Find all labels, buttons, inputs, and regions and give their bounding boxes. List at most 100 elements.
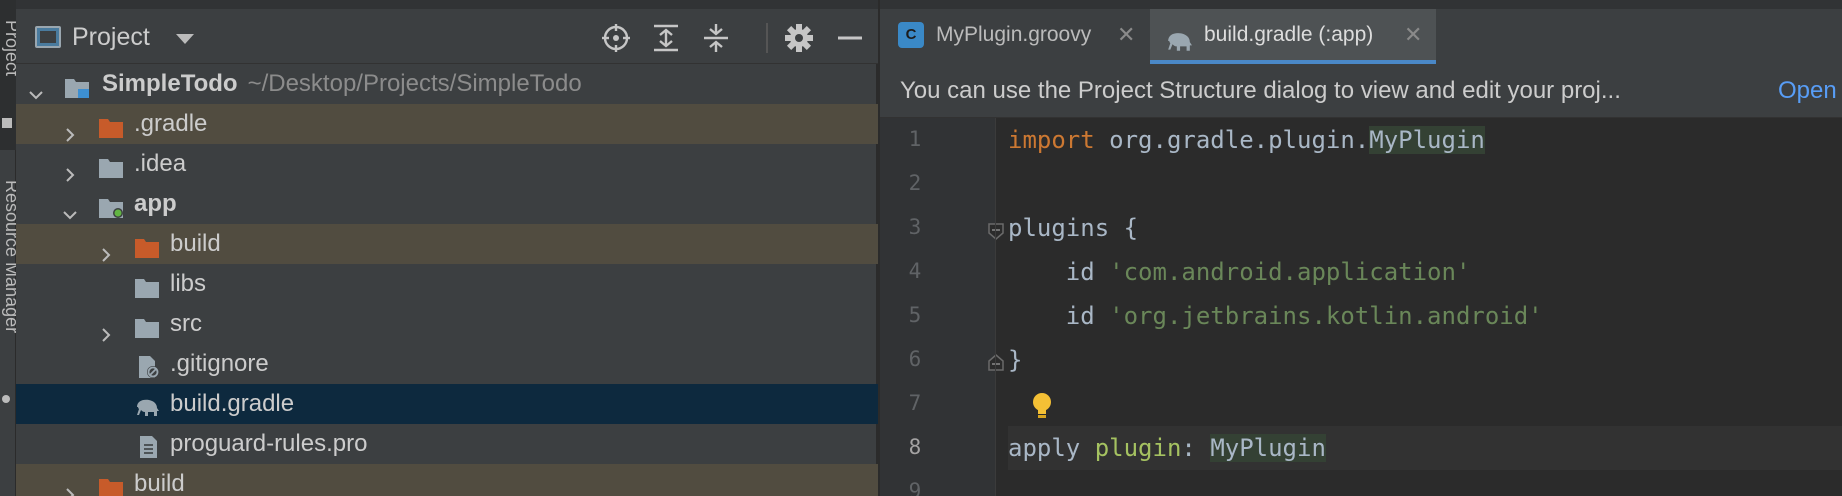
tree-label: build: [134, 470, 185, 496]
close-icon[interactable]: ✕: [1117, 9, 1135, 61]
groovy-class-icon: C: [898, 22, 924, 48]
project-view-icon: [35, 26, 61, 48]
tab-label: build.gradle (:app): [1204, 23, 1374, 46]
line-number: 3: [908, 215, 922, 239]
lightbulb-icon[interactable]: [1030, 391, 1054, 421]
expand-all-icon[interactable]: [650, 22, 682, 54]
close-icon[interactable]: ✕: [1404, 9, 1422, 61]
text-file-icon: [136, 432, 162, 458]
editor-area: C MyPlugin.groovy ✕ build.gradle (:app) …: [880, 0, 1842, 496]
line-number: 5: [908, 303, 922, 327]
folder-icon: [98, 152, 124, 178]
gitignore-file-icon: [136, 352, 162, 378]
line-number-gutter: 1 2 3 4 5 6 7 8 9: [880, 118, 1004, 496]
tab-myplugin-groovy[interactable]: C MyPlugin.groovy ✕: [880, 9, 1148, 64]
gradle-elephant-icon: [134, 392, 160, 416]
tree-row-gitignore[interactable]: .gitignore: [16, 344, 878, 384]
colon: :: [1181, 434, 1211, 462]
project-tool-button[interactable]: Project: [0, 0, 22, 150]
gradle-elephant-icon: [1164, 22, 1192, 51]
excluded-folder-icon: [134, 232, 160, 258]
tool-window-strip: Project Resource Manager: [0, 0, 22, 496]
plugins-block: plugins {: [1008, 214, 1139, 242]
fold-start-icon[interactable]: [987, 222, 1005, 240]
line-number: 7: [908, 391, 922, 415]
tab-label: MyPlugin.groovy: [936, 23, 1092, 46]
tree-label: build.gradle: [170, 390, 295, 417]
id-call: id: [1008, 258, 1110, 286]
code-line-8[interactable]: apply plugin: MyPlugin: [1008, 426, 1842, 470]
string-literal: 'org.jetbrains.kotlin.android': [1109, 302, 1543, 330]
line-number: 4: [908, 259, 922, 283]
project-tool-icon: [2, 118, 12, 128]
line-number: 6: [908, 347, 922, 371]
string-literal: 'com.android.application': [1109, 258, 1471, 286]
tab-build-gradle-app[interactable]: build.gradle (:app) ✕: [1150, 9, 1436, 64]
class-reference: MyPlugin: [1210, 434, 1326, 462]
tree-label: libs: [170, 270, 207, 297]
excluded-folder-icon: [98, 112, 124, 138]
collapse-all-icon[interactable]: [700, 22, 732, 54]
project-panel: Project SimpleTodo ~/Desktop/Projects/Sim…: [16, 0, 878, 496]
project-panel-header: Project: [16, 0, 878, 64]
code-line-3[interactable]: plugins {: [1008, 206, 1842, 250]
tree-label: .idea: [134, 150, 187, 177]
android-module-icon: [98, 192, 124, 218]
tree-row-gradle[interactable]: .gradle: [16, 104, 878, 144]
chevron-right-icon[interactable]: [62, 476, 78, 496]
chevron-right-icon[interactable]: [98, 316, 114, 342]
tree-label: .gitignore: [170, 350, 269, 377]
module-folder-icon: [64, 72, 90, 98]
package-text: org.gradle.plugin.: [1094, 126, 1370, 154]
tree-label: SimpleTodo ~/Desktop/Projects/SimpleTodo: [102, 70, 582, 97]
named-argument: plugin: [1094, 434, 1182, 462]
tree-row-libs[interactable]: libs: [16, 264, 878, 304]
excluded-folder-icon: [98, 472, 124, 496]
chevron-right-icon[interactable]: [62, 116, 78, 142]
chevron-down-icon[interactable]: [28, 76, 44, 100]
folder-icon: [134, 272, 160, 298]
chevron-right-icon[interactable]: [62, 156, 78, 182]
tree-label: .gradle: [134, 110, 208, 137]
code-line-4[interactable]: id 'com.android.application': [1008, 250, 1842, 294]
code-editor[interactable]: import org.gradle.plugin.MyPlugin plugin…: [1008, 118, 1842, 496]
chevron-down-icon[interactable]: [62, 196, 78, 220]
tree-row-app[interactable]: app: [16, 184, 878, 224]
code-line-2[interactable]: [1008, 162, 1842, 206]
hide-icon[interactable]: [834, 22, 866, 54]
gutter-divider: [995, 118, 996, 496]
class-reference: MyPlugin: [1369, 126, 1485, 154]
tree-row-idea[interactable]: .idea: [16, 144, 878, 184]
open-project-structure-link[interactable]: Open: [1778, 64, 1837, 118]
tree-label: build: [170, 230, 221, 257]
fold-end-icon[interactable]: [987, 354, 1005, 372]
closing-brace: }: [1008, 346, 1023, 374]
chevron-down-icon[interactable]: [176, 34, 194, 44]
toolbar-divider: [766, 23, 768, 53]
banner-message: You can use the Project Structure dialog…: [900, 77, 1621, 104]
line-number-current: 8: [908, 435, 922, 459]
tree-label: proguard-rules.pro: [170, 430, 368, 457]
line-number: 9: [908, 479, 922, 496]
gear-icon[interactable]: [783, 22, 815, 54]
tree-label: app: [134, 190, 177, 217]
editor-tab-bar: C MyPlugin.groovy ✕ build.gradle (:app) …: [880, 0, 1842, 64]
tree-row-proguard[interactable]: proguard-rules.pro: [16, 424, 878, 464]
chevron-right-icon[interactable]: [98, 236, 114, 262]
notification-banner: You can use the Project Structure dialog…: [880, 64, 1842, 118]
tree-row-root-build[interactable]: build: [16, 464, 878, 496]
tree-path: ~/Desktop/Projects/SimpleTodo: [247, 70, 582, 97]
code-line-5[interactable]: id 'org.jetbrains.kotlin.android': [1008, 294, 1842, 338]
project-view-title[interactable]: Project: [72, 23, 150, 52]
locate-icon[interactable]: [600, 22, 632, 54]
tree-row-app-build[interactable]: build: [16, 224, 878, 264]
tree-row-build-gradle[interactable]: build.gradle: [16, 384, 878, 424]
code-line-6[interactable]: }: [1008, 338, 1842, 382]
code-line-7[interactable]: [1008, 382, 1842, 426]
keyword: import: [1008, 126, 1095, 154]
tree-label: src: [170, 310, 202, 337]
tree-row-simpletodo[interactable]: SimpleTodo ~/Desktop/Projects/SimpleTodo: [16, 64, 878, 104]
tree-row-src[interactable]: src: [16, 304, 878, 344]
code-line-1[interactable]: import org.gradle.plugin.MyPlugin: [1008, 118, 1842, 162]
folder-icon: [134, 312, 160, 338]
